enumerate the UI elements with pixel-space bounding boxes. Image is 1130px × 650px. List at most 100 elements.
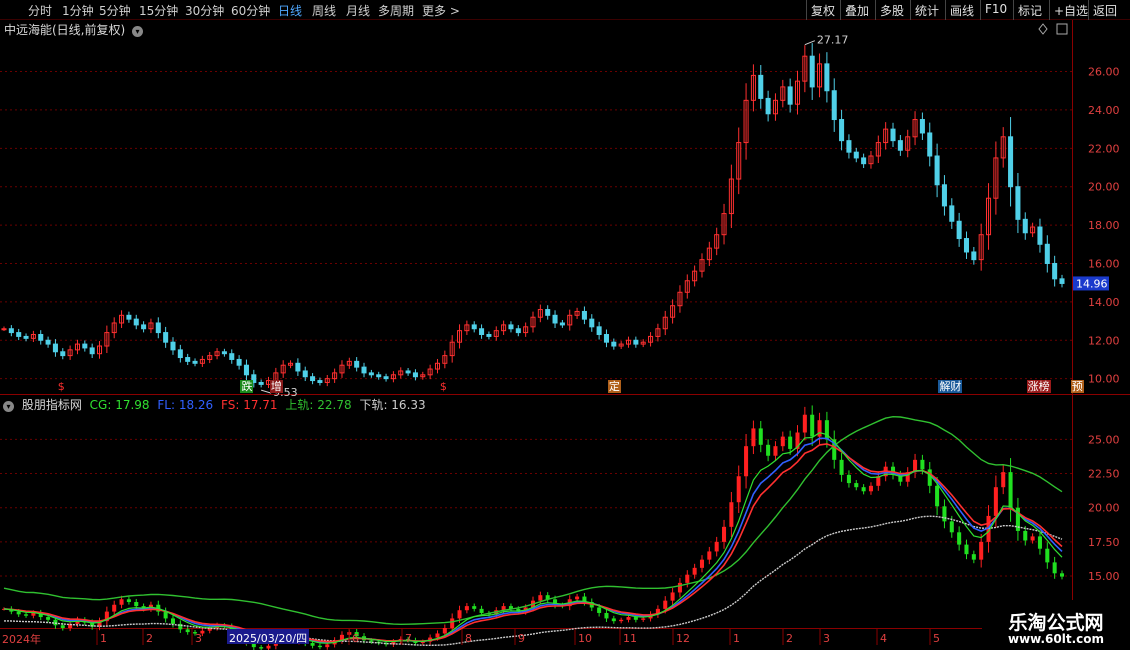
candle-body [552, 314, 558, 324]
watermark-url: www.60lt.com [1007, 632, 1105, 646]
x-axis-month-label: 7 [405, 632, 412, 645]
indicator-candle-body [126, 599, 131, 603]
candle-body [934, 155, 940, 186]
candle-body [927, 132, 933, 157]
x-axis-month-label: 4 [880, 632, 887, 645]
main-y-tick-label: 12.00 [1088, 334, 1120, 347]
candle-body [471, 324, 477, 330]
indicator-y-tick-label: 25.00 [1088, 433, 1120, 446]
candle-body [839, 119, 845, 142]
toolbar-button-7[interactable]: +自选 [1049, 0, 1092, 20]
indicator-candle-body [692, 567, 697, 575]
fl-line [3, 437, 1063, 644]
period-tab-8[interactable]: 月线 [346, 2, 370, 19]
candle-body [515, 328, 521, 334]
chart-canvas: 10.00 12.00 14.00 16.00 18.00 20.00 22.00 24.00… [0, 20, 1130, 650]
indicator-candle-body [325, 644, 330, 648]
indicator-candle-body [979, 541, 984, 560]
candle-body [412, 372, 418, 378]
toolbar-button-6[interactable]: 标记 [1013, 0, 1046, 20]
event-badge[interactable]: 解财 [938, 380, 963, 393]
period-tab-4[interactable]: 30分钟 [185, 2, 224, 19]
lower-band-line [3, 515, 1063, 647]
fs-value: FS: 17.71 [221, 398, 278, 412]
indicator-candle-body [1037, 536, 1042, 549]
period-tab-2[interactable]: 5分钟 [99, 2, 131, 19]
cg-value: CG: 17.98 [89, 398, 150, 412]
candle-body [787, 86, 793, 105]
candle-body [23, 335, 29, 339]
period-tab-0[interactable]: 分时 [28, 2, 52, 19]
candle-body [897, 140, 903, 151]
main-y-tick-label: 18.00 [1088, 219, 1120, 232]
toolbar-button-8[interactable]: 返回 [1088, 0, 1121, 20]
candle-body [861, 157, 867, 165]
toolbar-button-1[interactable]: 叠加 [840, 0, 873, 20]
event-badge[interactable]: 预 [1070, 380, 1084, 393]
x-axis-month-label: 3 [823, 632, 830, 645]
candle-body [1008, 136, 1014, 188]
candle-body [361, 366, 367, 374]
candle-body [221, 351, 227, 355]
x-axis-month-label: 9 [518, 632, 525, 645]
period-tab-6[interactable]: 日线 [278, 2, 302, 19]
indicator-candle-body [685, 574, 690, 583]
maximize-icon [1056, 23, 1068, 35]
candle-body [765, 97, 771, 115]
main-y-tick-label: 14.00 [1088, 296, 1120, 309]
indicator-candle-body [479, 608, 484, 613]
toolbar-button-3[interactable]: 统计 [910, 0, 943, 20]
indicator-candle-body [457, 610, 462, 619]
indicator-candle-body [119, 599, 124, 605]
candle-body [956, 220, 962, 240]
indicator-dropdown-icon[interactable]: ▾ [3, 401, 14, 412]
title-dropdown-icon[interactable]: ▾ [132, 26, 144, 37]
period-tab-9[interactable]: 多周期 [378, 2, 414, 19]
period-tab-5[interactable]: 60分钟 [231, 2, 270, 19]
candle-body [258, 381, 264, 385]
toolbar-button-0[interactable]: 复权 [806, 0, 839, 20]
event-badge[interactable]: 涨榜 [1026, 380, 1051, 393]
candle-body [243, 364, 249, 376]
indicator-candle-body [46, 617, 51, 620]
event-badge[interactable]: $ [57, 380, 66, 393]
event-badge[interactable]: $ [439, 380, 448, 393]
period-tab-3[interactable]: 15分钟 [139, 2, 178, 19]
toolbar-button-5[interactable]: F10 [980, 0, 1011, 20]
candle-body [596, 326, 602, 335]
period-tab-10[interactable]: 更多 > [422, 2, 460, 19]
candle-body [192, 360, 198, 364]
candle-body [1022, 218, 1028, 234]
event-badge[interactable]: 定 [607, 380, 621, 393]
period-tab-7[interactable]: 周线 [312, 2, 336, 19]
indicator-candle-body [604, 612, 609, 619]
toolbar-button-2[interactable]: 多股 [875, 0, 908, 20]
indicator-candle-body [993, 487, 998, 516]
indicator-candle-body [773, 446, 778, 456]
candle-body [133, 318, 139, 326]
candle-body [16, 332, 22, 337]
candle-body [383, 376, 389, 380]
event-badge[interactable]: 增 [269, 380, 283, 393]
indicator-candle-body [641, 618, 646, 620]
candle-body [317, 380, 323, 383]
indicator-candle-body [942, 506, 947, 522]
cg-line [3, 432, 1063, 644]
candle-body [508, 324, 514, 330]
stock-title: 中远海能(日线,前复权) ▾ [4, 21, 144, 38]
toolbar-button-4[interactable]: 画线 [945, 0, 978, 20]
candle-body [126, 314, 132, 320]
period-tab-1[interactable]: 1分钟 [62, 2, 94, 19]
candle-body [486, 334, 492, 337]
indicator-candle-body [854, 483, 859, 488]
candle-body [853, 151, 859, 159]
candle-body [163, 332, 169, 343]
candle-body [1052, 262, 1058, 280]
indicator-candle-body [611, 618, 616, 622]
candle-body [310, 376, 316, 382]
event-badge[interactable]: 跌 [240, 380, 254, 393]
indicator-candle-body [707, 551, 712, 560]
bottom-axis-border [0, 628, 1130, 629]
indicator-candle-body [957, 532, 962, 545]
indicator-candle-body [722, 526, 727, 542]
